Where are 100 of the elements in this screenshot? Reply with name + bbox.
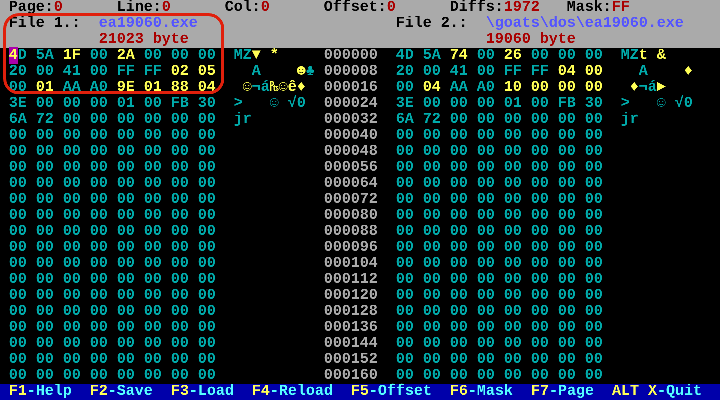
- file-size: 19060 byte: [486, 32, 576, 48]
- hex-byte: 00: [9, 128, 27, 144]
- hex-byte: 05: [198, 64, 216, 80]
- hex-byte: 00: [9, 288, 27, 304]
- hex-byte: 00: [585, 304, 603, 320]
- offset-label: 000016: [324, 80, 380, 96]
- ascii-text: MZt &: [621, 48, 666, 64]
- hex-byte: 00: [423, 256, 441, 272]
- hex-byte: 00: [423, 160, 441, 176]
- function-key[interactable]: F4-Reload: [252, 384, 334, 400]
- hex-byte: 00: [585, 208, 603, 224]
- hex-byte: 30: [585, 96, 603, 112]
- function-key[interactable]: F5-Offset: [351, 384, 432, 400]
- hex-byte: 00: [423, 176, 441, 192]
- hex-byte: 00: [117, 272, 135, 288]
- function-key[interactable]: F3-Load: [171, 384, 234, 400]
- hex-byte: 00: [450, 304, 468, 320]
- hex-byte: 00: [423, 96, 441, 112]
- hex-byte: FF: [117, 64, 135, 80]
- hex-byte: 00: [198, 112, 216, 128]
- status-value: 0: [162, 0, 172, 16]
- hex-byte: 01: [504, 96, 522, 112]
- hex-byte: 00: [171, 128, 189, 144]
- hex-byte: 00: [396, 336, 414, 352]
- function-key[interactable]: ALT X-Quit: [612, 384, 702, 400]
- status-value: 1972: [504, 0, 540, 16]
- function-key[interactable]: F1-Help: [9, 384, 72, 400]
- hex-byte: 00: [90, 304, 108, 320]
- hex-byte: 00: [558, 144, 576, 160]
- hex-byte: 00: [90, 272, 108, 288]
- hex-byte: 00: [198, 176, 216, 192]
- hex-byte: 00: [585, 192, 603, 208]
- hex-byte: 04: [198, 80, 216, 96]
- hex-byte: 00: [423, 320, 441, 336]
- hex-byte: 00: [117, 336, 135, 352]
- hex-byte: 00: [117, 288, 135, 304]
- function-key[interactable]: F6-Mask: [450, 384, 514, 400]
- hex-byte: 00: [423, 304, 441, 320]
- hex-byte: 00: [36, 288, 54, 304]
- hex-byte: 00: [504, 128, 522, 144]
- hex-byte: 00: [171, 272, 189, 288]
- hex-byte: 00: [63, 128, 81, 144]
- hex-byte: 00: [171, 48, 189, 64]
- hex-byte: 00: [9, 320, 27, 336]
- hex-byte: 00: [585, 288, 603, 304]
- hex-byte: 00: [171, 352, 189, 368]
- hex-byte: 00: [144, 128, 162, 144]
- offset-label: 000064: [324, 176, 380, 192]
- hex-byte: 00: [144, 208, 162, 224]
- hex-byte: 00: [9, 80, 27, 96]
- hex-byte: 00: [558, 112, 576, 128]
- hex-byte: 10: [504, 80, 522, 96]
- hex-byte: 00: [117, 208, 135, 224]
- hex-byte: 00: [477, 192, 495, 208]
- hex-byte: 00: [531, 288, 549, 304]
- hex-byte: 00: [63, 272, 81, 288]
- hex-byte: FF: [504, 64, 522, 80]
- hex-byte: 00: [198, 320, 216, 336]
- status-label: Offset:: [324, 0, 388, 16]
- hex-byte: 00: [198, 304, 216, 320]
- hex-byte: 00: [198, 48, 216, 64]
- hex-byte: 00: [63, 160, 81, 176]
- hex-byte: 00: [450, 208, 468, 224]
- hex-byte: 00: [585, 48, 603, 64]
- hex-byte: 00: [477, 176, 495, 192]
- hex-byte: 00: [504, 192, 522, 208]
- hex-byte: 00: [198, 160, 216, 176]
- hex-byte: 00: [198, 192, 216, 208]
- hex-byte: 00: [558, 304, 576, 320]
- hex-byte: 00: [504, 176, 522, 192]
- hex-byte: 00: [423, 192, 441, 208]
- hex-byte: 00: [396, 176, 414, 192]
- hex-byte: FB: [558, 96, 576, 112]
- hex-byte: 00: [396, 224, 414, 240]
- hex-byte: 00: [90, 176, 108, 192]
- hex-byte: 01: [117, 96, 135, 112]
- hex-byte: 00: [198, 128, 216, 144]
- hex-byte: 00: [63, 240, 81, 256]
- hex-byte: 00: [198, 368, 216, 384]
- hex-byte: 74: [450, 48, 468, 64]
- hex-byte: 00: [117, 240, 135, 256]
- hex-byte: 00: [531, 224, 549, 240]
- hex-byte: 00: [171, 288, 189, 304]
- hex-byte: 5A: [36, 48, 54, 64]
- hex-byte: 00: [450, 96, 468, 112]
- hex-byte: 00: [558, 256, 576, 272]
- ascii-text: A ☻♣: [251, 64, 315, 80]
- hex-byte: 00: [558, 192, 576, 208]
- hex-byte: 00: [9, 272, 27, 288]
- hex-byte: 00: [63, 368, 81, 384]
- function-key[interactable]: F2-Save: [90, 384, 154, 400]
- hex-byte: 00: [450, 272, 468, 288]
- hex-byte: 00: [90, 192, 108, 208]
- hex-byte: 00: [171, 176, 189, 192]
- hex-byte: 41: [450, 64, 468, 80]
- hex-byte: 00: [450, 288, 468, 304]
- function-key[interactable]: F7-Page: [531, 384, 594, 400]
- hex-byte: 00: [396, 208, 414, 224]
- hex-byte: 00: [531, 304, 549, 320]
- hex-byte: 00: [144, 160, 162, 176]
